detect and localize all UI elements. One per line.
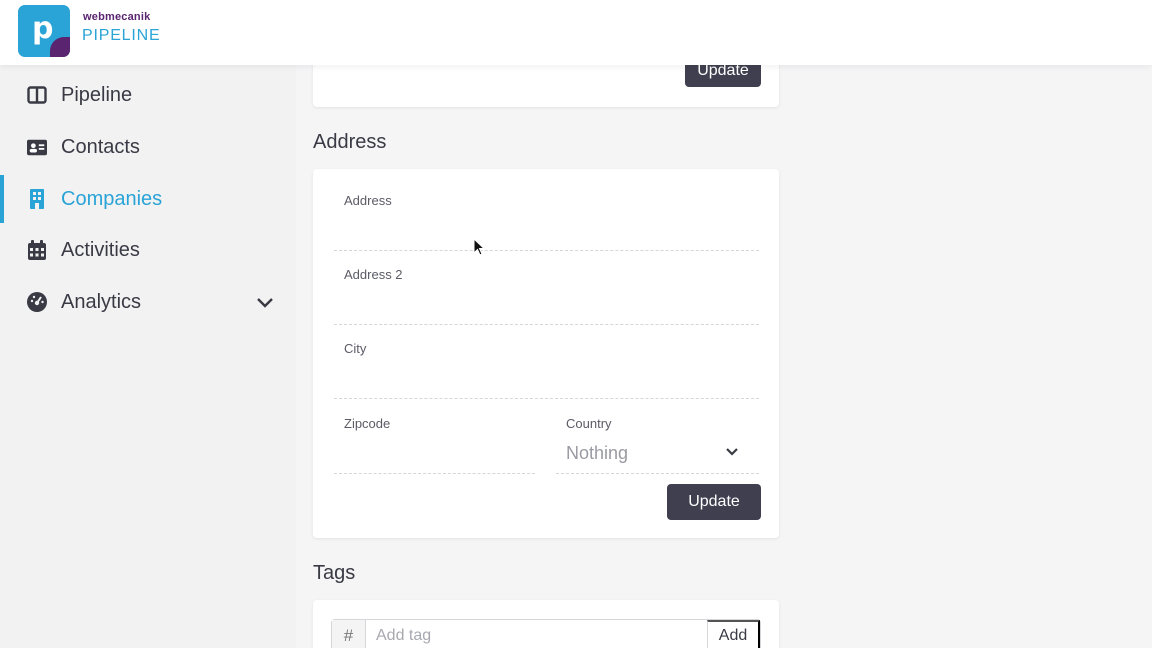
country-underline (556, 473, 759, 474)
country-label: Country (566, 416, 612, 431)
address2-field: Address 2 (334, 267, 759, 325)
logo-letter: p (32, 11, 54, 46)
chevron-down-icon[interactable] (255, 292, 275, 312)
brand-name: webmecanik (83, 11, 151, 23)
sidebar-item-contacts[interactable]: Contacts (0, 123, 296, 171)
add-tag-button[interactable]: Add (707, 620, 760, 648)
zipcode-input[interactable] (334, 444, 535, 470)
sidebar-item-companies[interactable]: Companies (0, 175, 296, 223)
city-input[interactable] (334, 369, 759, 395)
country-select-value[interactable]: Nothing (566, 443, 628, 464)
sidebar-item-pipeline[interactable]: Pipeline (0, 71, 296, 119)
sidebar-item-label: Pipeline (61, 83, 133, 106)
app-header: p webmecanik PIPELINE (0, 0, 1152, 65)
city-field: City (334, 341, 759, 399)
address-card: Address Address 2 City Zipcode Country N… (313, 169, 779, 538)
tag-input[interactable] (366, 620, 707, 648)
sidebar-item-label: Contacts (61, 135, 140, 158)
city-underline (334, 398, 759, 399)
id-card-icon (27, 137, 47, 157)
gauge-icon (27, 292, 47, 312)
product-name: PIPELINE (82, 27, 161, 44)
chevron-down-icon[interactable] (724, 444, 740, 460)
building-icon (27, 189, 47, 209)
app-logo[interactable]: p (18, 5, 70, 57)
sidebar-item-label: Activities (61, 238, 140, 261)
address2-label: Address 2 (344, 267, 403, 282)
address-underline (334, 250, 759, 251)
tag-input-group: # Add (331, 619, 761, 648)
zipcode-field: Zipcode (334, 416, 535, 474)
zipcode-underline (334, 473, 535, 474)
mouse-cursor-icon (473, 238, 485, 256)
hash-prefix: # (332, 620, 366, 648)
columns-icon (27, 85, 47, 105)
address-field: Address (334, 193, 759, 251)
sidebar-item-activities[interactable]: Activities (0, 226, 296, 274)
sidebar-item-label: Companies (61, 187, 163, 210)
tags-section-title: Tags (313, 562, 356, 584)
country-field[interactable]: Country Nothing (556, 416, 759, 474)
address2-input[interactable] (334, 295, 759, 321)
sidebar-item-label: Analytics (61, 290, 142, 313)
city-label: City (344, 341, 367, 356)
address-label: Address (344, 193, 392, 208)
update-address-button[interactable]: Update (667, 484, 761, 520)
sidebar-item-analytics[interactable]: Analytics (0, 278, 296, 326)
sidebar: Pipeline Contacts Companies Activities A… (0, 65, 296, 648)
address-section-title: Address (313, 131, 387, 153)
address-input[interactable] (334, 221, 759, 247)
address2-underline (334, 324, 759, 325)
zipcode-label: Zipcode (344, 416, 391, 431)
calendar-icon (27, 240, 47, 260)
